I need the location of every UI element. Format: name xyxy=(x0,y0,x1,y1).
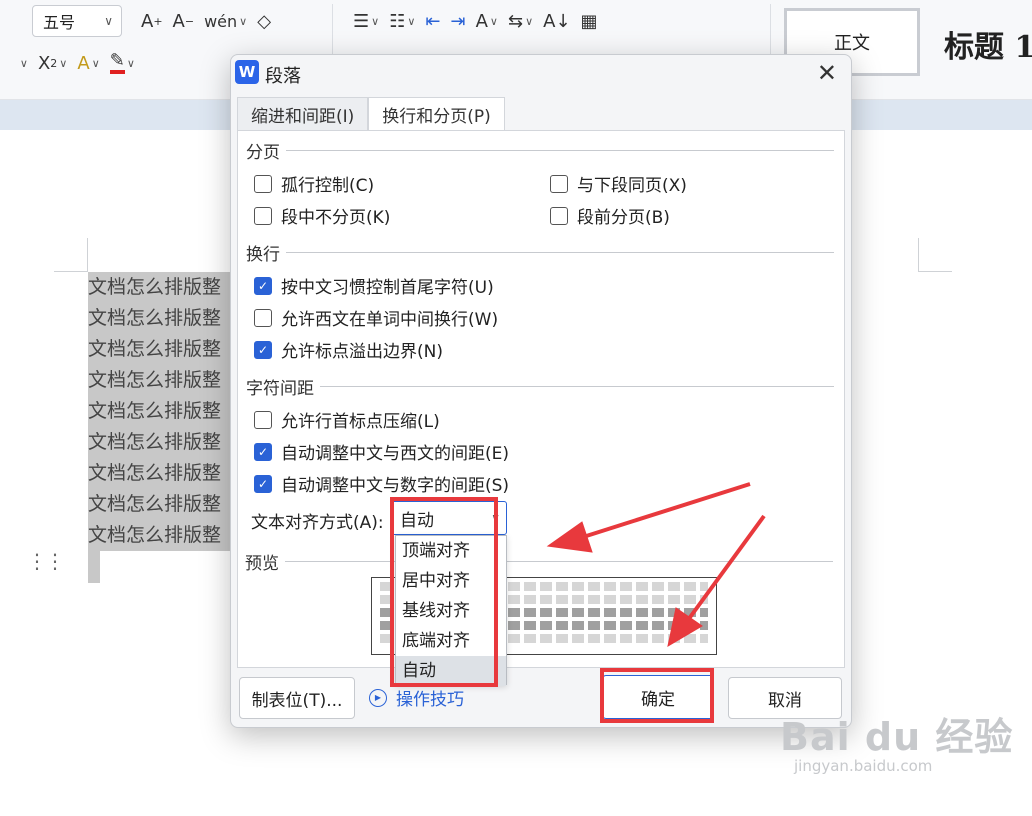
checkbox[interactable] xyxy=(254,174,272,193)
highlight-icon[interactable]: ✎ ∨ xyxy=(105,48,140,78)
font-size-select[interactable]: 五号 ∨ xyxy=(32,5,122,37)
increase-indent-icon[interactable]: ⇥ xyxy=(446,6,471,36)
number-list-icon[interactable]: ☷ ∨ xyxy=(384,6,420,36)
section-preview: 预览 xyxy=(245,549,833,574)
option-label: 与下段同页(X) xyxy=(577,176,687,196)
option-label: 允许行首标点压缩(L) xyxy=(281,412,440,432)
close-icon[interactable]: ✕ xyxy=(817,59,837,87)
section-label: 预览 xyxy=(245,554,279,574)
document-line[interactable]: 文档怎么排版整 xyxy=(88,365,233,396)
selection-caret xyxy=(88,551,100,583)
superscript-icon[interactable]: X 2 ∨ xyxy=(33,48,72,78)
dialog-tabs: 缩进和间距(I) 换行和分页(P) xyxy=(237,97,505,131)
document-text-selection[interactable]: 文档怎么排版整 文档怎么排版整 文档怎么排版整 文档怎么排版整 文档怎么排版整 文档怎么排… xyxy=(88,272,233,583)
paragraph-dialog: W 段落 ✕ 缩进和间距(I) 换行和分页(P) 分页 孤行控制(C) 与下段同… xyxy=(230,54,852,728)
keep-with-next-option[interactable]: 与下段同页(X) xyxy=(550,171,687,196)
document-line[interactable]: 文档怎么排版整 xyxy=(88,520,233,551)
table-grid-icon[interactable]: ▦ xyxy=(576,6,603,36)
tab-indent-spacing[interactable]: 缩进和间距(I) xyxy=(237,97,369,131)
tips-link[interactable]: ▶ 操作技巧 xyxy=(369,685,464,710)
document-line[interactable]: 文档怎么排版整 xyxy=(88,272,233,303)
dialog-title: 段落 xyxy=(265,66,301,87)
tips-label: 操作技巧 xyxy=(396,690,464,710)
section-pagination: 分页 xyxy=(246,138,834,163)
watermark-logo: Bai du 经验 xyxy=(780,715,1014,759)
checkbox[interactable] xyxy=(254,308,272,327)
option-label: 自动调整中文与数字的间距(S) xyxy=(281,476,510,496)
phonetic-icon[interactable]: ᅠ ∨ xyxy=(0,48,33,78)
style-normal-label: 正文 xyxy=(834,33,870,54)
checkbox[interactable] xyxy=(550,174,568,193)
font-size-value: 五号 xyxy=(43,13,76,32)
tab-stops-label: 制表位(T)... xyxy=(251,690,343,711)
option-label: 允许西文在单词中间换行(W) xyxy=(281,310,499,330)
document-line[interactable]: 文档怎么排版整 xyxy=(88,458,233,489)
margin-corner-mark xyxy=(918,238,952,272)
style-heading-1[interactable]: 标题 1 xyxy=(944,22,1032,66)
document-line[interactable]: 文档怎么排版整 xyxy=(88,489,233,520)
option-label: 段前分页(B) xyxy=(577,208,670,228)
decrease-font-icon[interactable]: A − xyxy=(168,6,200,36)
bullet-list-icon[interactable]: ☰ ∨ xyxy=(348,6,384,36)
play-icon: ▶ xyxy=(369,688,387,707)
document-line[interactable]: 文档怎么排版整 xyxy=(88,396,233,427)
widow-control-option[interactable]: 孤行控制(C) xyxy=(254,171,374,196)
section-line-break: 换行 xyxy=(246,240,834,265)
checkbox[interactable]: ✓ xyxy=(254,276,272,295)
option-label: 允许标点溢出边界(N) xyxy=(281,342,443,362)
chevron-down-icon: ∨ xyxy=(104,14,113,28)
option-label: 自动调整中文与西文的间距(E) xyxy=(281,444,510,464)
checkbox[interactable]: ✓ xyxy=(254,340,272,359)
baidu-watermark: Bai du 经验 jingyan.baidu.com xyxy=(780,706,1013,775)
text-align-label: 文本对齐方式(A): xyxy=(251,513,384,533)
document-line[interactable]: 文档怎么排版整 xyxy=(88,334,233,365)
auto-space-western-option[interactable]: ✓ 自动调整中文与西文的间距(E) xyxy=(254,439,509,464)
cjk-line-break-option[interactable]: ✓ 按中文习惯控制首尾字符(U) xyxy=(254,273,494,298)
line-spacing-icon[interactable]: ⇆ ∨ xyxy=(503,6,538,36)
wps-writer-icon: W xyxy=(235,60,259,84)
checkbox[interactable] xyxy=(254,410,272,429)
checkbox[interactable] xyxy=(550,206,568,225)
section-label: 换行 xyxy=(246,245,280,265)
page-break-before-option[interactable]: 段前分页(B) xyxy=(550,203,670,228)
keep-lines-option[interactable]: 段中不分页(K) xyxy=(254,203,390,228)
document-line[interactable]: 文档怎么排版整 xyxy=(88,427,233,458)
auto-space-number-option[interactable]: ✓ 自动调整中文与数字的间距(S) xyxy=(254,471,509,496)
section-label: 分页 xyxy=(246,143,280,163)
hanging-punct-option[interactable]: ✓ 允许标点溢出边界(N) xyxy=(254,337,443,362)
tab-line-page-breaks[interactable]: 换行和分页(P) xyxy=(368,97,505,131)
font-color-icon[interactable]: A ∨ xyxy=(72,48,104,78)
option-label: 按中文习惯控制首尾字符(U) xyxy=(281,278,494,298)
margin-corner-mark xyxy=(54,238,88,272)
annotation-box-dropdown xyxy=(390,497,498,687)
eraser-icon[interactable]: ◇ xyxy=(252,6,276,36)
section-label: 字符间距 xyxy=(246,379,314,399)
dialog-titlebar[interactable]: W 段落 ✕ xyxy=(231,55,851,95)
decrease-indent-icon[interactable]: ⇤ xyxy=(420,6,445,36)
western-word-wrap-option[interactable]: 允许西文在单词中间换行(W) xyxy=(254,305,498,330)
pinyin-icon[interactable]: wén ∨ xyxy=(199,6,252,36)
char-scale-icon[interactable]: A ∨ xyxy=(471,6,503,36)
sort-icon[interactable]: A↓ xyxy=(538,6,575,36)
style-heading-label: 标题 1 xyxy=(944,30,1032,65)
tab-stops-button[interactable]: 制表位(T)... xyxy=(239,677,355,719)
checkbox[interactable]: ✓ xyxy=(254,442,272,461)
compress-punct-option[interactable]: 允许行首标点压缩(L) xyxy=(254,407,440,432)
annotation-box-ok xyxy=(600,668,714,723)
option-label: 段中不分页(K) xyxy=(281,208,391,228)
option-label: 孤行控制(C) xyxy=(281,176,375,196)
increase-font-icon[interactable]: A + xyxy=(136,6,168,36)
checkbox[interactable] xyxy=(254,206,272,225)
document-line[interactable]: 文档怎么排版整 xyxy=(88,303,233,334)
checkbox[interactable]: ✓ xyxy=(254,474,272,493)
drag-handle-icon[interactable]: ⋮⋮ xyxy=(27,551,65,571)
section-char-spacing: 字符间距 xyxy=(246,374,834,399)
